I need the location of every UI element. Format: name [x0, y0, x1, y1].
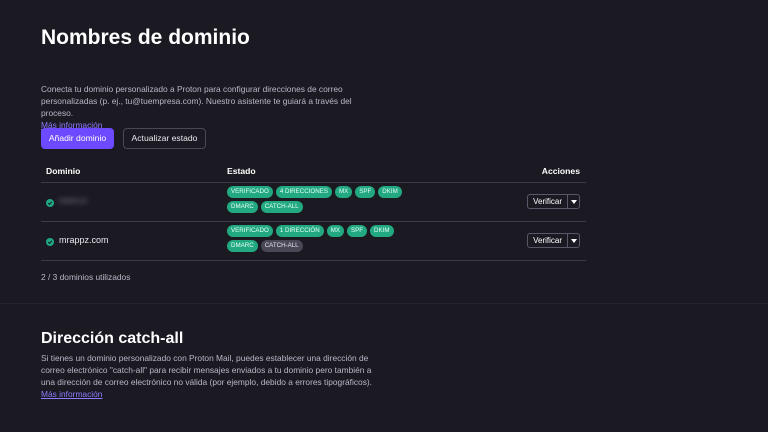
- verify-split-button: Verificar: [527, 233, 580, 248]
- status-badge: DMARC: [227, 201, 258, 213]
- status-badge: CATCH-ALL: [260, 240, 303, 252]
- column-status: Estado: [227, 166, 256, 176]
- intro-description: Conecta tu dominio personalizado a Proto…: [41, 84, 352, 118]
- catchall-text: Si tienes un dominio personalizado con P…: [41, 353, 372, 387]
- status-badge: 4 DIRECCIONES: [275, 186, 332, 198]
- domains-usage: 2 / 3 dominios utilizados: [41, 272, 131, 282]
- status-badge: 1 DIRECCIÓN: [275, 225, 324, 237]
- chevron-down-icon[interactable]: [567, 234, 579, 247]
- status-badge: MX: [326, 225, 344, 237]
- add-domain-button[interactable]: Añadir dominio: [41, 128, 114, 149]
- catchall-title: Dirección catch-all: [41, 330, 184, 347]
- status-badge: SPF: [355, 186, 376, 198]
- status-badge: SPF: [347, 225, 368, 237]
- status-badge: VERIFICADO: [227, 186, 273, 198]
- status-badge: DKIM: [370, 225, 394, 237]
- table-header: Dominio Estado Acciones: [41, 166, 586, 183]
- status-badges: VERIFICADO 1 DIRECCIÓN MX SPF DKIM DMARC…: [227, 225, 407, 252]
- status-badge: DKIM: [378, 186, 402, 198]
- refresh-status-button[interactable]: Actualizar estado: [123, 128, 206, 149]
- table-row: mrappz.com VERIFICADO 1 DIRECCIÓN MX SPF…: [41, 222, 586, 261]
- verify-split-button: Verificar: [527, 194, 580, 209]
- column-domain: Dominio: [46, 166, 81, 176]
- verified-check-icon: [46, 199, 54, 207]
- chevron-down-icon[interactable]: [567, 195, 579, 208]
- intro-text: Conecta tu dominio personalizado a Proto…: [41, 83, 386, 131]
- verify-button[interactable]: Verificar: [528, 234, 567, 247]
- domain-name: mrappz.com: [59, 235, 109, 245]
- column-actions: Acciones: [541, 166, 580, 176]
- table-row: ••••••.•• VERIFICADO 4 DIRECCIONES MX SP…: [41, 183, 586, 222]
- status-badge: DMARC: [227, 240, 258, 252]
- status-badge: CATCH-ALL: [260, 201, 303, 213]
- domain-name: ••••••.••: [59, 196, 87, 206]
- status-badge: VERIFICADO: [227, 225, 273, 237]
- catchall-description: Si tienes un dominio personalizado con P…: [41, 352, 386, 400]
- page-title: Nombres de dominio: [41, 26, 250, 49]
- section-divider: [0, 303, 768, 304]
- verify-button[interactable]: Verificar: [528, 195, 567, 208]
- verified-check-icon: [46, 238, 54, 246]
- status-badges: VERIFICADO 4 DIRECCIONES MX SPF DKIM DMA…: [227, 186, 407, 213]
- catchall-learn-more-link[interactable]: Más información: [41, 388, 386, 400]
- status-badge: MX: [334, 186, 353, 198]
